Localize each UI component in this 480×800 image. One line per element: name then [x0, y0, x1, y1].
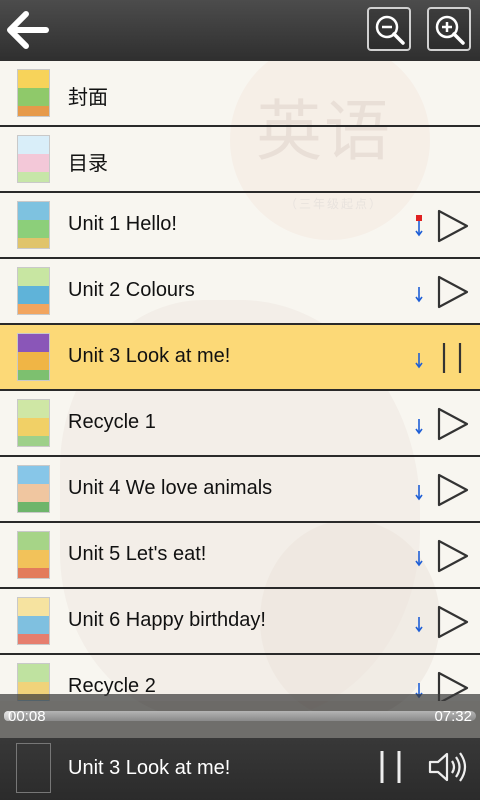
thumbnail-strip	[18, 484, 49, 502]
list-item[interactable]: Recycle 1	[0, 391, 480, 457]
chapter-title: Unit 5 Let's eat!	[68, 543, 207, 565]
thumbnail-strip	[18, 418, 49, 436]
zoom-in-button[interactable]	[427, 7, 471, 51]
thumbnail-strip	[18, 238, 49, 248]
thumbnail-strip	[18, 370, 49, 380]
thumbnail-strip	[18, 634, 49, 644]
list-item[interactable]: Unit 6 Happy birthday!	[0, 589, 480, 655]
download-icon[interactable]	[412, 611, 426, 635]
zoom-in-icon	[435, 15, 465, 45]
top-toolbar	[0, 0, 480, 61]
thumbnail-strip	[18, 550, 49, 568]
thumbnail-strip	[18, 352, 49, 370]
list-item[interactable]: Unit 3 Look at me!	[0, 325, 480, 391]
thumbnail-strip	[18, 220, 49, 238]
chapter-thumbnail	[17, 267, 50, 315]
zoom-out-icon	[375, 15, 405, 45]
chapter-thumbnail	[17, 135, 50, 183]
list-item[interactable]: Unit 4 We love animals	[0, 457, 480, 523]
play-icon[interactable]	[436, 274, 470, 310]
now-playing-thumbnail	[16, 743, 51, 793]
chapter-list: 封面目录 Unit 1 Hello! Unit 2 Colours Unit 3 Lo…	[0, 61, 480, 701]
total-time: 07:32	[434, 708, 472, 725]
chapter-thumbnail	[17, 399, 50, 447]
download-icon[interactable]	[412, 281, 426, 305]
thumbnail-strip	[18, 466, 49, 484]
thumbnail-strip	[18, 88, 49, 106]
thumbnail-strip	[18, 400, 49, 418]
pause-icon[interactable]	[436, 340, 470, 376]
list-item[interactable]: 封面	[0, 61, 480, 127]
download-icon[interactable]	[412, 215, 426, 239]
pause-button[interactable]	[378, 749, 404, 785]
back-arrow-icon	[7, 11, 49, 49]
chapter-thumbnail	[17, 69, 50, 117]
download-icon[interactable]	[412, 545, 426, 569]
thumbnail-strip	[18, 502, 49, 512]
thumbnail-strip	[18, 532, 49, 550]
thumbnail-strip	[18, 268, 49, 286]
chapter-thumbnail	[17, 201, 50, 249]
chapter-thumbnail	[17, 531, 50, 579]
play-icon[interactable]	[436, 538, 470, 574]
now-playing-bar: Unit 3 Look at me!	[0, 738, 480, 800]
thumbnail-strip	[18, 106, 49, 116]
progress-track[interactable]	[4, 711, 476, 721]
chapter-title: Unit 6 Happy birthday!	[68, 609, 266, 631]
list-item[interactable]: Unit 1 Hello!	[0, 193, 480, 259]
play-icon[interactable]	[436, 472, 470, 508]
chapter-thumbnail	[17, 597, 50, 645]
download-icon[interactable]	[412, 413, 426, 437]
thumbnail-strip	[18, 334, 49, 352]
thumbnail-strip	[18, 616, 49, 634]
thumbnail-strip	[18, 304, 49, 314]
chapter-title: Unit 3 Look at me!	[68, 345, 231, 367]
thumbnail-strip	[18, 154, 49, 172]
thumbnail-strip	[18, 70, 49, 88]
current-time: 00:08	[8, 708, 46, 725]
thumbnail-strip	[18, 598, 49, 616]
thumbnail-strip	[18, 664, 49, 682]
chapter-title: Recycle 1	[68, 411, 156, 433]
seek-bar[interactable]: 00:08 07:32	[0, 694, 480, 738]
volume-icon	[428, 752, 467, 782]
chapter-title: Unit 2 Colours	[68, 279, 195, 301]
thumbnail-strip	[18, 568, 49, 578]
chapter-title: Unit 4 We love animals	[68, 477, 273, 499]
chapter-thumbnail	[17, 333, 50, 381]
zoom-out-button[interactable]	[367, 7, 411, 51]
play-icon[interactable]	[436, 604, 470, 640]
list-item[interactable]: 目录	[0, 127, 480, 193]
back-button[interactable]	[6, 8, 52, 52]
chapter-title: Unit 1 Hello!	[68, 213, 177, 235]
list-item[interactable]: Unit 2 Colours	[0, 259, 480, 325]
chapter-title: 封面	[68, 87, 108, 109]
thumbnail-strip	[18, 172, 49, 182]
download-icon[interactable]	[412, 347, 426, 371]
pause-icon	[380, 751, 401, 783]
list-item[interactable]: Unit 5 Let's eat!	[0, 523, 480, 589]
play-icon[interactable]	[436, 208, 470, 244]
thumbnail-strip	[18, 286, 49, 304]
download-icon[interactable]	[412, 479, 426, 503]
thumbnail-strip	[18, 436, 49, 446]
volume-button[interactable]	[428, 750, 470, 784]
play-icon[interactable]	[436, 406, 470, 442]
thumbnail-strip	[18, 136, 49, 154]
now-playing-title: Unit 3 Look at me!	[68, 757, 231, 779]
chapter-thumbnail	[17, 465, 50, 513]
thumbnail-strip	[18, 202, 49, 220]
chapter-title: 目录	[68, 153, 108, 175]
